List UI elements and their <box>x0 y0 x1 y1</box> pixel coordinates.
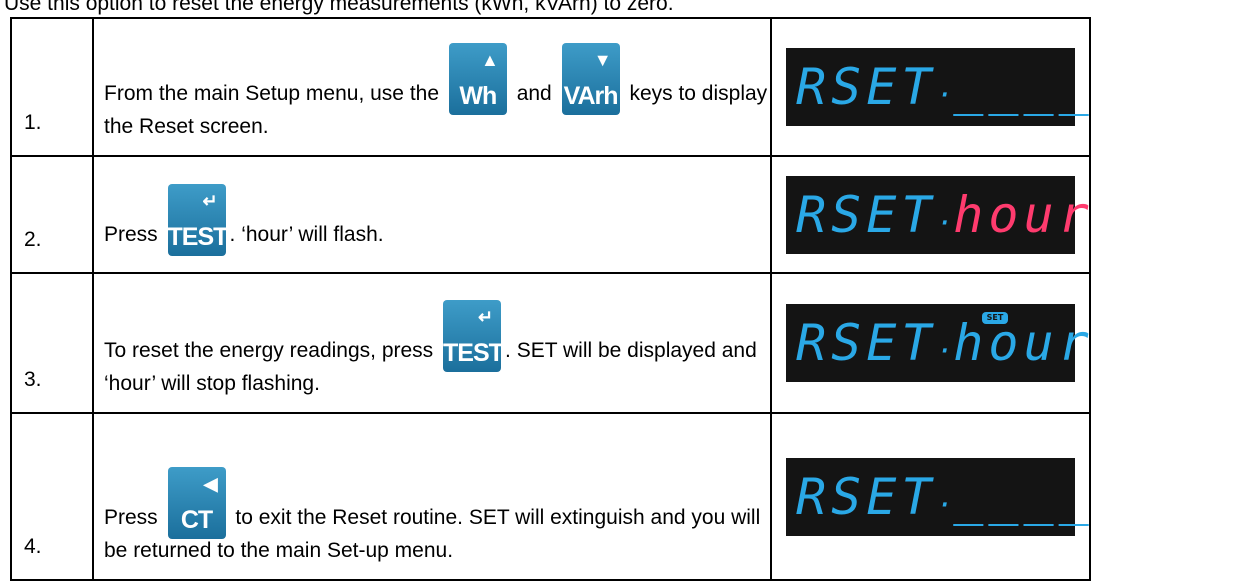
table-row: 2. Press ↵ TEST. ‘hour’ will flash. RSET·… <box>10 155 1091 274</box>
step-text: . ‘hour’ will flash. <box>229 223 384 246</box>
set-badge: SET <box>982 312 1008 324</box>
step-text: Press <box>104 223 158 246</box>
table-row: 4. Press ◀ CT to exit the Reset routine. … <box>10 412 1091 581</box>
step-instruction: From the main Setup menu, use the ▲ Wh an… <box>92 17 772 157</box>
lcd-display: RSET·____ <box>786 457 1089 536</box>
lcd-display: SET RSET·hour <box>786 304 1089 382</box>
step-text: To reset the energy readings, press <box>104 339 434 362</box>
table-row: 3. To reset the energy readings, press ↵… <box>10 272 1091 414</box>
step-instruction: Press ◀ CT to exit the Reset routine. SET… <box>92 412 772 581</box>
step-number: 3. <box>10 272 94 414</box>
display-cell: SET RSET·hour <box>770 272 1091 414</box>
step-number: 1. <box>10 17 94 157</box>
wh-up-key-icon: ▲ Wh <box>448 43 507 115</box>
ct-left-key-icon: ◀ CT <box>167 467 226 539</box>
display-cell: RSET·____ <box>770 412 1091 581</box>
step-text: From the main Setup menu, use the <box>104 82 440 105</box>
step-instruction: Press ↵ TEST. ‘hour’ will flash. <box>92 155 772 274</box>
step-text: Press <box>104 506 158 529</box>
steps-table: 1. From the main Setup menu, use the ▲ Wh… <box>10 17 1091 581</box>
step-number: 4. <box>10 412 94 581</box>
intro-text: Use this option to reset the energy meas… <box>4 0 674 15</box>
step-number: 2. <box>10 155 94 274</box>
table-row: 1. From the main Setup menu, use the ▲ Wh… <box>10 17 1091 157</box>
display-cell: RSET·____ <box>770 17 1091 157</box>
step-text: and <box>516 82 552 105</box>
test-enter-key-icon: ↵ TEST <box>443 300 504 372</box>
step-instruction: To reset the energy readings, press ↵ TES… <box>92 272 772 414</box>
varh-down-key-icon: ▼ VArh <box>561 43 620 115</box>
display-cell: RSET·hour <box>770 155 1091 274</box>
test-enter-key-icon: ↵ TEST <box>167 184 228 256</box>
lcd-display: RSET·hour <box>786 175 1089 254</box>
lcd-display: RSET·____ <box>786 48 1089 126</box>
